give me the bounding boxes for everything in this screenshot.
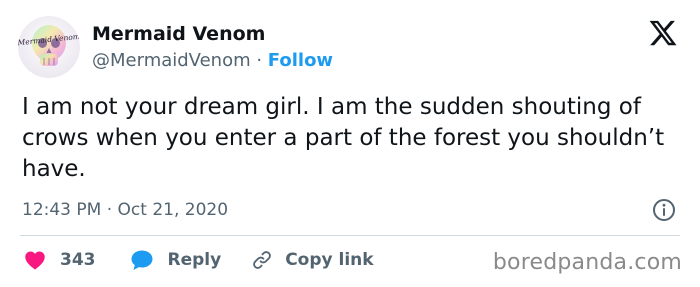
author-display-name[interactable]: Mermaid Venom	[92, 23, 265, 45]
author-handle[interactable]: @MermaidVenom	[92, 50, 251, 71]
tweet-timestamp[interactable]: 12:43 PM · Oct 21, 2020	[22, 200, 228, 220]
avatar[interactable]: Mermaid Venom	[18, 16, 80, 78]
copy-link-label: Copy link	[285, 250, 374, 270]
avatar-image: Mermaid Venom	[18, 16, 80, 78]
link-icon	[253, 251, 272, 269]
copy-link-button[interactable]: Copy link	[251, 249, 374, 271]
reply-button[interactable]: Reply	[130, 249, 222, 271]
action-bar: 343 Reply Copy link	[24, 248, 374, 272]
reply-bubble-icon	[131, 250, 152, 270]
info-icon[interactable]	[652, 198, 676, 222]
like-button[interactable]: 343	[24, 250, 96, 270]
x-logo-icon[interactable]	[648, 18, 678, 48]
watermark: boredpanda.com	[492, 250, 682, 275]
follow-button[interactable]: Follow	[268, 50, 333, 71]
divider	[20, 235, 680, 236]
like-count: 343	[60, 250, 96, 270]
tweet-text: I am not your dream girl. I am the sudde…	[22, 94, 665, 182]
handle-separator: ·	[250, 50, 268, 71]
author-handle-line: @MermaidVenom · Follow	[92, 50, 333, 71]
heart-icon	[25, 251, 45, 270]
reply-label: Reply	[167, 250, 222, 270]
